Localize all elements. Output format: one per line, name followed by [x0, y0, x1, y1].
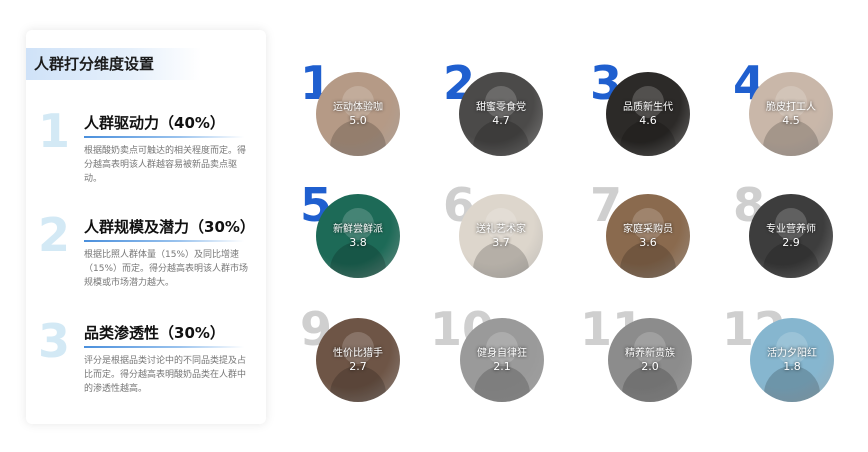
persona-score: 3.7 — [492, 236, 510, 249]
persona-card: 6 送礼艺术家 3.7 — [443, 182, 563, 282]
divider — [84, 346, 244, 348]
persona-card: 11 精养新贵族 2.0 — [580, 306, 700, 406]
persona-score: 4.5 — [782, 114, 800, 127]
persona-name: 性价比猎手 — [333, 348, 383, 359]
dimension-number: 3 — [38, 314, 71, 368]
persona-card: 8 专业营养师 2.9 — [733, 182, 853, 282]
persona-card: 7 家庭采购员 3.6 — [590, 182, 710, 282]
divider — [84, 240, 244, 242]
persona-name: 健身自律狂 — [477, 348, 527, 359]
persona-card: 4 脆皮打工人 4.5 — [733, 60, 853, 160]
persona-name: 送礼艺术家 — [476, 224, 526, 235]
persona-name: 运动体验咖 — [333, 102, 383, 113]
persona-score: 3.6 — [639, 236, 657, 249]
persona-score: 2.1 — [493, 360, 511, 373]
persona-score: 1.8 — [783, 360, 801, 373]
panel-title: 人群打分维度设置 — [26, 48, 201, 80]
dimension-title: 人群驱动力（40%） — [84, 114, 225, 132]
persona-name: 品质新生代 — [623, 102, 673, 113]
divider — [84, 136, 244, 138]
dimension-description: 评分是根据品类讨论中的不同品类提及占比而定。得分越高表明酸奶品类在人群中的渗透性… — [84, 356, 247, 394]
dimension-title: 人群规模及潜力（30%） — [84, 218, 255, 236]
dimension-description: 根据比照人群体量（15%）及同比增速（15%）而定。得分越高表明该人群市场规模或… — [84, 250, 249, 288]
persona-name: 精养新贵族 — [625, 348, 675, 359]
persona-score: 2.9 — [782, 236, 800, 249]
persona-card: 1 运动体验咖 5.0 — [300, 60, 420, 160]
persona-score: 5.0 — [349, 114, 367, 127]
persona-score: 3.8 — [349, 236, 367, 249]
persona-name: 家庭采购员 — [623, 224, 673, 235]
dimension-title: 品类渗透性（30%） — [84, 324, 225, 342]
persona-name: 脆皮打工人 — [766, 102, 816, 113]
persona-card: 10 健身自律狂 2.1 — [430, 306, 550, 406]
persona-card: 5 新鲜尝鲜派 3.8 — [300, 182, 420, 282]
dimension-description: 根据酸奶卖点可触达的相关程度而定。得分越高表明该人群越容易被新品卖点驱动。 — [84, 146, 247, 184]
persona-card: 2 甜蜜零食党 4.7 — [443, 60, 563, 160]
persona-card: 12 活力夕阳红 1.8 — [722, 306, 842, 406]
persona-score: 2.7 — [349, 360, 367, 373]
persona-score: 2.0 — [641, 360, 659, 373]
persona-card: 3 品质新生代 4.6 — [590, 60, 710, 160]
persona-score: 4.6 — [639, 114, 657, 127]
scoring-dimensions-panel: 人群打分维度设置 1 人群驱动力（40%） 根据酸奶卖点可触达的相关程度而定。得… — [26, 30, 266, 424]
persona-name: 新鲜尝鲜派 — [333, 224, 383, 235]
persona-name: 甜蜜零食党 — [476, 102, 526, 113]
persona-score: 4.7 — [492, 114, 510, 127]
dimension-number: 1 — [38, 104, 71, 158]
dimension-number: 2 — [38, 208, 71, 262]
persona-name: 活力夕阳红 — [767, 348, 817, 359]
persona-card: 9 性价比猎手 2.7 — [300, 306, 420, 406]
persona-name: 专业营养师 — [766, 224, 816, 235]
